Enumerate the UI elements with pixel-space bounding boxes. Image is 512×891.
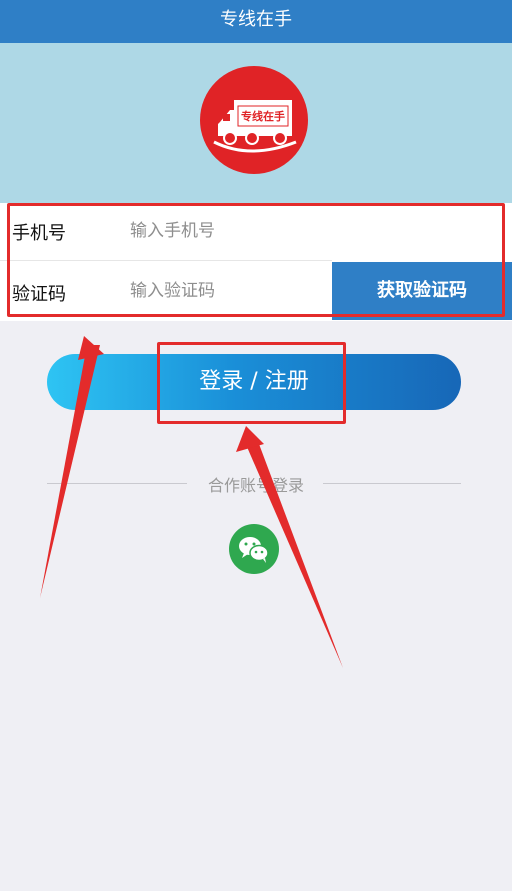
annotation-arrows	[40, 336, 343, 668]
annotation-arrow-left-shaft	[40, 345, 100, 598]
annotation-arrow-left-head	[78, 336, 104, 360]
annotation-arrow-right-shaft	[244, 436, 343, 668]
